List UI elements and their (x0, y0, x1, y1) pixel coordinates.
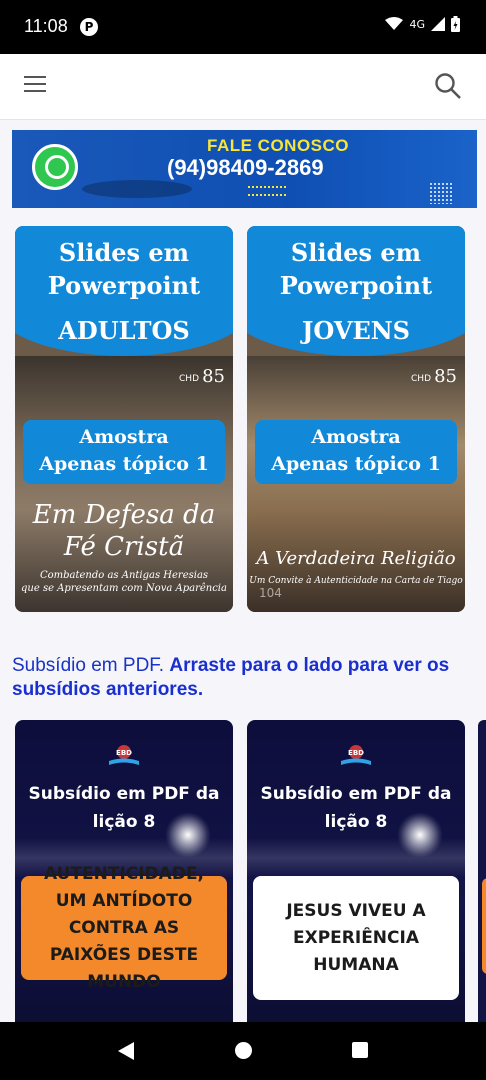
ebd-book-icon: EBD (109, 745, 139, 765)
slide-cover-image (247, 356, 465, 612)
subsidio-lead: Subsídio em PDF. (12, 655, 165, 676)
battery-icon (451, 16, 460, 32)
wave-decoration-icon (248, 186, 286, 196)
slide-label: Slides em (290, 238, 422, 267)
wifi-icon (385, 17, 404, 30)
status-bar: 11:08 P 4G (0, 0, 486, 54)
pdf-card-topic: JESUS VIVEU A EXPERIÊNCIA HUMANA (253, 876, 459, 1000)
slide-label: Powerpoint (279, 271, 433, 300)
slide-label: Powerpoint (47, 271, 201, 300)
network-type: 4G (409, 17, 425, 31)
ebd-book-icon: EBD (341, 745, 371, 765)
slide-subtitle: Um Convite à Autenticidade na Carta de T… (249, 576, 463, 586)
slide-card-adults[interactable]: Slides em Powerpoint ADULTOS CHD 85 Amos… (15, 226, 233, 612)
whatsapp-icon (32, 144, 78, 190)
status-time: 11:08 (24, 16, 68, 36)
pdf-card-peek[interactable] (478, 720, 486, 1022)
publisher-85-logo: 85 (434, 366, 457, 387)
pdf-card-title: Subsídio em PDF da (28, 784, 220, 804)
status-icons: 4G (385, 16, 460, 32)
publisher-logo: CHD (411, 374, 431, 384)
pdf-card-title: Subsídio em PDF da (260, 784, 452, 804)
sample-badge: Amostra Apenas tópico 1 (23, 420, 225, 484)
subsidio-description: Subsídio em PDF. Arraste para o lado par… (12, 654, 477, 702)
slide-subtitle: que se Apresentam com Nova Aparência (21, 583, 227, 594)
back-icon[interactable] (118, 1042, 134, 1060)
sample-badge: Amostra Apenas tópico 1 (255, 420, 457, 484)
slide-audience: JOVENS (301, 316, 411, 345)
pdf-card-topic: AUTENTICIDADE, UM ANTÍDOTO CONTRA AS PAI… (21, 864, 227, 992)
slide-headline: A Verdadeira Religião (256, 548, 456, 569)
publisher-logo: CHD (179, 374, 199, 384)
slide-headline: Em Defesa da (32, 500, 216, 530)
pdf-card-lesson-8-b[interactable]: EBD Subsídio em PDF da lição 8 JESUS VIV… (247, 720, 465, 1022)
svg-text:EBD: EBD (348, 749, 364, 757)
svg-text:EBD: EBD (116, 749, 132, 757)
view-count: 104 (259, 586, 282, 600)
banner-phone: (94)98409-2869 (167, 155, 324, 180)
hamburger-menu-icon[interactable] (24, 76, 46, 94)
signal-icon (431, 17, 445, 31)
slide-audience: ADULTOS (58, 316, 190, 345)
banner-title: FALE CONOSCO (207, 136, 350, 155)
app-bar (0, 54, 486, 120)
slide-card-youth[interactable]: Slides em Powerpoint JOVENS CHD 85 Amost… (247, 226, 465, 612)
slide-headline: Fé Cristã (63, 532, 185, 562)
recent-apps-icon[interactable] (352, 1042, 368, 1058)
notification-app-icon: P (80, 18, 98, 36)
pdf-card-lesson-8-a[interactable]: EBD Subsídio em PDF da lição 8 AUTENTICI… (15, 720, 233, 1022)
main-content[interactable]: FALE CONOSCO (94)98409-2869 Slides em Po… (0, 120, 486, 1022)
contact-banner[interactable]: FALE CONOSCO (94)98409-2869 (12, 130, 477, 208)
slide-label: Slides em (58, 238, 190, 267)
search-icon[interactable] (434, 72, 462, 100)
home-icon[interactable] (235, 1042, 252, 1059)
dot-grid-decoration (429, 182, 453, 204)
system-nav-bar (0, 1022, 486, 1080)
publisher-85-logo: 85 (202, 366, 225, 387)
slide-subtitle: Combatendo as Antigas Heresias (39, 570, 209, 581)
